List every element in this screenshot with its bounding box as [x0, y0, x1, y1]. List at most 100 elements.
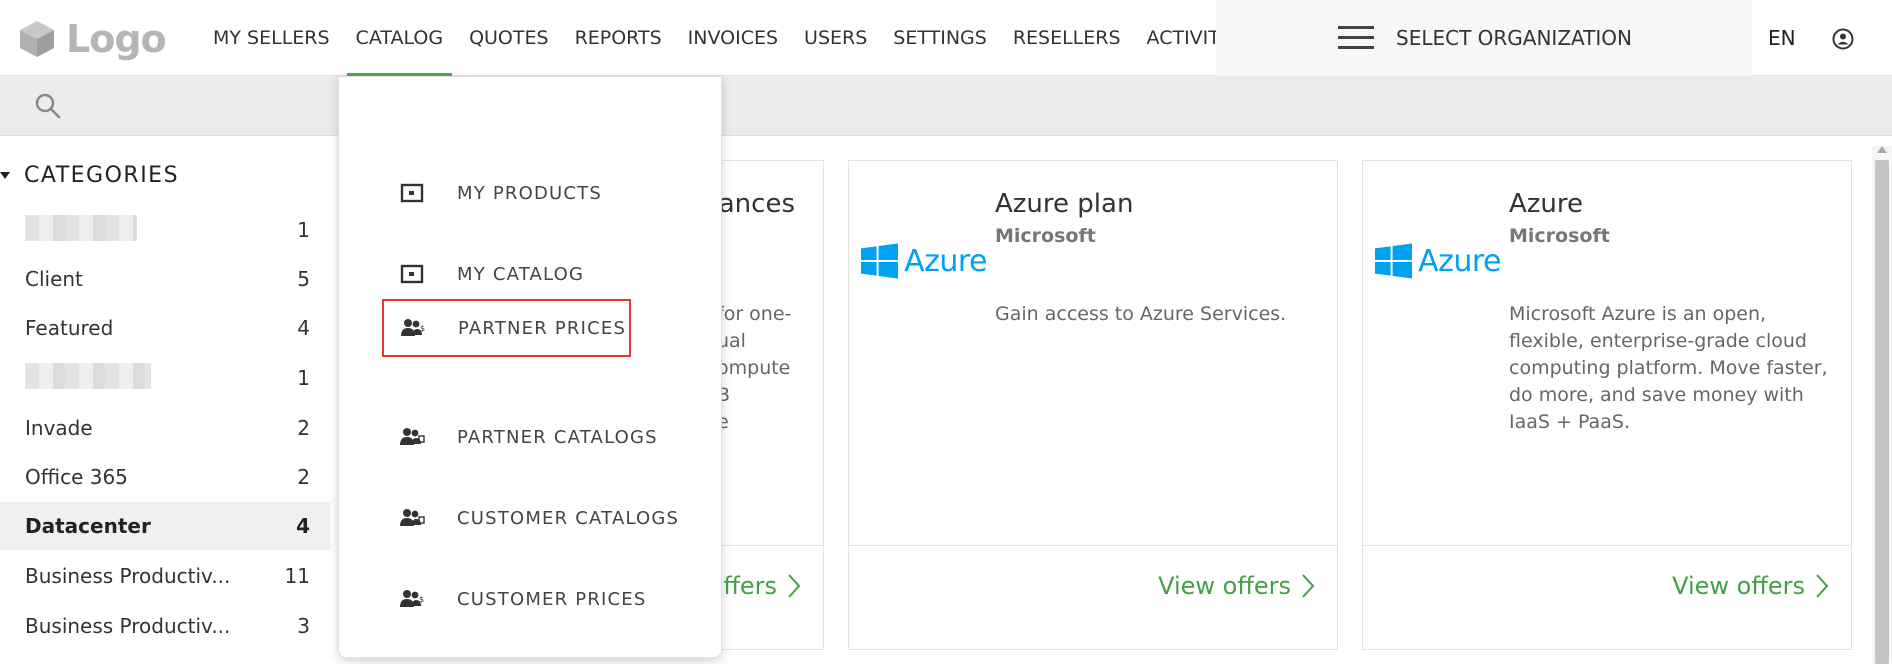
- card-description: Microsoft Azure is an open, flexible, en…: [1509, 303, 1828, 433]
- category-count: 5: [297, 267, 310, 291]
- product-box-icon: [400, 264, 424, 284]
- category-count: 4: [297, 316, 310, 340]
- search-bar[interactable]: [0, 76, 1892, 136]
- categories-sidebar: CATEGORIES 1 Client 5 Featured 4 1 Invad…: [0, 136, 330, 664]
- logo[interactable]: Logo: [18, 17, 167, 61]
- azure-logo-text: Azure: [1418, 243, 1501, 279]
- menu-item-label: MY PRODUCTS: [457, 182, 603, 204]
- menu-item-my-catalog[interactable]: MY CATALOG: [383, 246, 584, 302]
- nav-invoices[interactable]: INVOICES: [675, 0, 791, 76]
- card-footer: View offers: [1363, 545, 1851, 649]
- category-name-redacted: [25, 362, 280, 394]
- menu-item-label: CUSTOMER PRICES: [457, 588, 647, 610]
- product-box-icon: [400, 183, 424, 203]
- hamburger-menu-icon[interactable]: [1338, 26, 1374, 50]
- user-account-icon[interactable]: [1832, 28, 1854, 50]
- category-item[interactable]: Invade 2: [0, 404, 330, 452]
- logo-text: Logo: [66, 17, 167, 61]
- category-name-redacted: [25, 214, 280, 246]
- product-card-azure[interactable]: Azure Azure Microsoft Microsoft Azure is…: [1362, 160, 1852, 650]
- scrollbar-thumb[interactable]: [1875, 160, 1889, 664]
- category-item[interactable]: 1: [0, 354, 330, 402]
- card-vendor: Microsoft: [995, 225, 1096, 247]
- category-count: 1: [297, 366, 310, 390]
- people-icon: [400, 509, 425, 526]
- category-count: 2: [297, 465, 310, 489]
- nav-resellers[interactable]: RESELLERS: [1000, 0, 1134, 76]
- menu-item-my-products[interactable]: MY PRODUCTS: [383, 165, 602, 221]
- product-card-azure-plan[interactable]: Azure Azure plan Microsoft Gain access t…: [848, 160, 1338, 650]
- category-item[interactable]: 1: [0, 206, 330, 254]
- menu-item-partner-catalogs[interactable]: PARTNER CATALOGS: [383, 409, 658, 465]
- caret-down-icon: [0, 171, 10, 179]
- language-selector[interactable]: EN: [1768, 0, 1796, 76]
- people-icon: [400, 428, 425, 445]
- svg-text:$: $: [419, 595, 424, 604]
- view-offers-link[interactable]: View offers: [1672, 572, 1829, 600]
- catalog-dropdown-menu: MY PRODUCTS MY CATALOG $ PARTNER PRICES …: [338, 76, 722, 658]
- chevron-right-icon: [1816, 574, 1829, 598]
- category-item[interactable]: Business Productiv... 3: [0, 602, 330, 650]
- category-item-active[interactable]: Datacenter 4: [0, 502, 330, 550]
- categories-title: CATEGORIES: [24, 162, 180, 188]
- category-count: 3: [297, 614, 310, 638]
- nav-catalog[interactable]: CATALOG: [343, 0, 457, 76]
- category-name: Business Productiv...: [25, 564, 231, 588]
- menu-item-label: PARTNER PRICES: [458, 317, 627, 339]
- logo-cube-icon: [20, 21, 54, 57]
- category-item[interactable]: Featured 4: [0, 304, 330, 352]
- card-vendor: Microsoft: [1509, 225, 1610, 247]
- vertical-scrollbar[interactable]: [1872, 146, 1892, 664]
- menu-item-partner-prices[interactable]: $ PARTNER PRICES: [382, 299, 631, 357]
- nav-users[interactable]: USERS: [791, 0, 880, 76]
- card-description: Gain access to Azure Services.: [995, 303, 1287, 325]
- azure-logo: Azure: [1375, 241, 1501, 281]
- azure-logo: Azure: [861, 241, 987, 281]
- category-name: Business Productiv...: [25, 614, 231, 638]
- view-offers-label: View offers: [1672, 572, 1805, 600]
- search-icon[interactable]: [34, 92, 62, 120]
- menu-item-customer-catalogs[interactable]: CUSTOMER CATALOGS: [383, 490, 679, 546]
- windows-logo-icon: [861, 243, 899, 279]
- card-title[interactable]: Azure plan: [995, 189, 1133, 219]
- menu-item-label: PARTNER CATALOGS: [457, 426, 658, 448]
- nav-settings[interactable]: SETTINGS: [880, 0, 1000, 76]
- chevron-right-icon: [788, 574, 801, 598]
- nav-reports[interactable]: REPORTS: [562, 0, 675, 76]
- chevron-right-icon: [1302, 574, 1315, 598]
- category-name: Office 365: [25, 465, 128, 489]
- category-item[interactable]: Office 365 2: [0, 453, 330, 501]
- view-offers-label: View offers: [1158, 572, 1291, 600]
- category-count: 1: [297, 218, 310, 242]
- category-count: 2: [297, 416, 310, 440]
- category-name: Datacenter: [25, 514, 151, 538]
- svg-text:$: $: [420, 324, 425, 333]
- view-offers-link[interactable]: View offers: [1158, 572, 1315, 600]
- category-item[interactable]: Business Productiv... 11: [0, 552, 330, 600]
- scroll-up-arrow-icon[interactable]: [1877, 146, 1887, 153]
- menu-item-customer-prices[interactable]: $ CUSTOMER PRICES: [383, 571, 647, 627]
- category-count: 4: [296, 514, 310, 538]
- card-description-fragment: for one- ual ompute B e: [717, 303, 792, 433]
- windows-logo-icon: [1375, 243, 1413, 279]
- card-title[interactable]: Azure: [1509, 189, 1583, 219]
- category-name: Client: [25, 267, 83, 291]
- category-name: Featured: [25, 316, 114, 340]
- categories-header[interactable]: CATEGORIES: [0, 158, 179, 192]
- people-icon: $: [400, 590, 424, 607]
- view-offers-link[interactable]: offers: [709, 572, 801, 600]
- select-organization-label: SELECT ORGANIZATION: [1396, 26, 1632, 50]
- main-nav: MY SELLERS CATALOG QUOTES REPORTS INVOIC…: [200, 0, 1245, 76]
- category-name: Invade: [25, 416, 93, 440]
- organization-selector[interactable]: SELECT ORGANIZATION: [1216, 0, 1752, 76]
- nav-quotes[interactable]: QUOTES: [456, 0, 562, 76]
- card-footer: View offers: [849, 545, 1337, 649]
- menu-item-label: MY CATALOG: [457, 263, 585, 285]
- menu-item-label: CUSTOMER CATALOGS: [457, 507, 680, 529]
- top-navigation-bar: Logo MY SELLERS CATALOG QUOTES REPORTS I…: [0, 0, 1892, 76]
- nav-my-sellers[interactable]: MY SELLERS: [200, 0, 343, 76]
- category-count: 11: [284, 564, 310, 588]
- people-icon: $: [401, 319, 425, 336]
- category-item[interactable]: Client 5: [0, 255, 330, 303]
- azure-logo-text: Azure: [904, 243, 987, 279]
